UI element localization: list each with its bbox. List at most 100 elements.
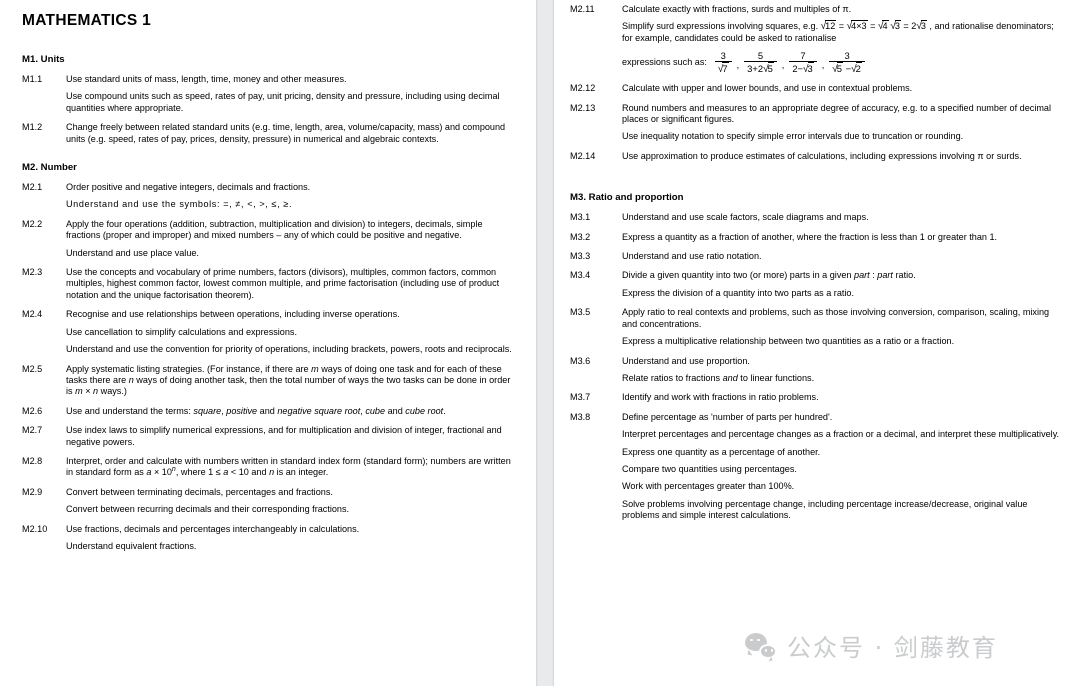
item-paragraph: Understand and use ratio notation. bbox=[622, 251, 762, 262]
item-paragraph: Convert between recurring decimals and t… bbox=[66, 504, 350, 515]
item-paragraph-m28: Interpret, order and calculate with numb… bbox=[66, 455, 511, 478]
item-paragraph: Recognise and use relationships between … bbox=[66, 309, 400, 320]
spec-item: M3.5 Apply ratio to real contexts and pr… bbox=[556, 307, 1066, 347]
watermark: 公众号 · 剑藤教育 bbox=[745, 628, 998, 663]
spec-item: M3.6 Understand and use proportion. Rela… bbox=[556, 356, 1066, 385]
item-code: M2.7 bbox=[22, 425, 43, 436]
spec-item: M2.6 Use and understand the terms: squar… bbox=[14, 406, 514, 417]
item-paragraph: Use cancellation to simplify calculation… bbox=[66, 326, 297, 337]
fraction: 3 √5 −√2 bbox=[829, 50, 865, 75]
item-body: Recognise and use relationships between … bbox=[66, 309, 514, 355]
item-paragraph: Solve problems involving percentage chan… bbox=[622, 498, 1028, 521]
item-paragraph: Compare two quantities using percentages… bbox=[622, 463, 797, 474]
item-body: Apply the four operations (addition, sub… bbox=[66, 219, 514, 259]
item-paragraph: Use approximation to produce estimates o… bbox=[622, 150, 1022, 161]
spec-item: M2.7 Use index laws to simplify numerica… bbox=[14, 425, 514, 448]
wechat-icon bbox=[745, 632, 777, 659]
item-paragraph: Understand and use the convention for pr… bbox=[66, 344, 512, 355]
spec-item: M2.13 Round numbers and measures to an a… bbox=[556, 103, 1066, 143]
item-paragraph: Understand and use scale factors, scale … bbox=[622, 212, 869, 223]
page-left: MATHEMATICS 1 M1. Units M1.1 Use standar… bbox=[0, 0, 536, 686]
item-body: Define percentage as 'number of parts pe… bbox=[622, 412, 1066, 522]
item-paragraph: Apply ratio to real contexts and problem… bbox=[622, 307, 1050, 329]
item-body: Use index laws to simplify numerical exp… bbox=[66, 425, 514, 448]
fraction: 5 3+2√5 bbox=[744, 50, 777, 75]
item-code: M1.2 bbox=[22, 122, 43, 133]
item-body: Calculate with upper and lower bounds, a… bbox=[622, 83, 1066, 94]
item-paragraph: Express the division of a quantity into … bbox=[622, 287, 855, 298]
page-gutter-divider bbox=[536, 0, 554, 686]
spec-item: M2.1 Order positive and negative integer… bbox=[14, 182, 514, 211]
spec-item: M2.10 Use fractions, decimals and percen… bbox=[14, 524, 514, 553]
item-paragraph: Apply the four operations (addition, sub… bbox=[66, 218, 483, 241]
spec-item: M3.8 Define percentage as 'number of par… bbox=[556, 412, 1066, 522]
item-paragraph-m25: Apply systematic listing strategies. (Fo… bbox=[66, 363, 511, 397]
item-code: M2.6 bbox=[22, 405, 43, 416]
spec-item: M3.4 Divide a given quantity into two (o… bbox=[556, 270, 1066, 299]
item-paragraph-m26: Use and understand the terms: square, po… bbox=[66, 405, 446, 416]
spec-item: M2.9 Convert between terminating decimal… bbox=[14, 487, 514, 516]
item-paragraph-symbols: Understand and use the symbols: =, ≠, <,… bbox=[66, 199, 293, 210]
item-paragraph: Understand equivalent fractions. bbox=[66, 540, 197, 551]
item-paragraph: Round numbers and measures to an appropr… bbox=[622, 102, 1051, 125]
item-code: M3.3 bbox=[570, 251, 591, 262]
spec-item: M2.2 Apply the four operations (addition… bbox=[14, 219, 514, 259]
item-paragraph: Use index laws to simplify numerical exp… bbox=[66, 425, 502, 447]
item-paragraph: Work with percentages greater than 100%. bbox=[622, 481, 795, 492]
item-code: M2.2 bbox=[22, 218, 43, 229]
item-paragraph: Interpret percentages and percentage cha… bbox=[622, 429, 1060, 440]
spec-item: M3.7 Identify and work with fractions in… bbox=[556, 392, 1066, 403]
spec-item: M2.3 Use the concepts and vocabulary of … bbox=[14, 267, 514, 301]
item-body: Divide a given quantity into two (or mor… bbox=[622, 270, 1066, 299]
item-code: M3.7 bbox=[570, 392, 591, 403]
item-body: Use fractions, decimals and percentages … bbox=[66, 524, 514, 553]
item-body: Apply ratio to real contexts and problem… bbox=[622, 307, 1066, 347]
item-paragraph: Express a quantity as a fraction of anot… bbox=[622, 231, 998, 242]
item-paragraph: Use fractions, decimals and percentages … bbox=[66, 523, 360, 534]
item-code: M2.11 bbox=[570, 4, 595, 14]
item-paragraph: Use compound units such as speed, rates … bbox=[66, 91, 500, 113]
spec-item: M2.12 Calculate with upper and lower bou… bbox=[556, 83, 1066, 94]
item-paragraph: Identify and work with fractions in rati… bbox=[622, 392, 819, 403]
item-paragraph: Change freely between related standard u… bbox=[66, 122, 506, 144]
section-m1-units: M1. Units M1.1 Use standard units of mas… bbox=[14, 54, 514, 145]
item-paragraph: Use the concepts and vocabulary of prime… bbox=[66, 267, 500, 300]
spec-item: M3.3 Understand and use ratio notation. bbox=[556, 251, 1066, 262]
spec-item: M3.1 Understand and use scale factors, s… bbox=[556, 212, 1066, 223]
item-body: Identify and work with fractions in rati… bbox=[622, 392, 1066, 403]
item-code: M2.8 bbox=[22, 455, 43, 466]
page-right: M2.11 Calculate exactly with fractions, … bbox=[554, 0, 1080, 686]
item-code: M2.9 bbox=[22, 486, 43, 497]
item-code: M2.13 bbox=[570, 102, 596, 113]
item-body: Convert between terminating decimals, pe… bbox=[66, 487, 514, 516]
item-paragraph: Use inequality notation to specify simpl… bbox=[622, 131, 964, 142]
item-paragraph: Express a multiplicative relationship be… bbox=[622, 336, 955, 347]
item-body: Order positive and negative integers, de… bbox=[66, 182, 514, 211]
item-body: Round numbers and measures to an appropr… bbox=[622, 103, 1066, 143]
item-body: Interpret, order and calculate with numb… bbox=[66, 456, 514, 479]
section-heading: M2. Number bbox=[22, 162, 77, 174]
section-m2-number: M2. Number M2.1 Order positive and negat… bbox=[14, 162, 514, 552]
item-body: Understand and use proportion. Relate ra… bbox=[622, 356, 1066, 385]
item-paragraph-m36b: Relate ratios to fractions and to linear… bbox=[622, 372, 815, 383]
item-code: M2.14 bbox=[570, 150, 596, 161]
item-paragraph: Convert between terminating decimals, pe… bbox=[66, 486, 333, 497]
item-body: Use and understand the terms: square, po… bbox=[66, 406, 514, 417]
item-paragraph: Understand and use place value. bbox=[66, 247, 199, 258]
spec-item: M2.8 Interpret, order and calculate with… bbox=[14, 456, 514, 479]
item-code: M2.3 bbox=[22, 267, 43, 278]
section-m2-number-continued: M2.11 Calculate exactly with fractions, … bbox=[556, 4, 1066, 162]
spec-item: M2.4 Recognise and use relationships bet… bbox=[14, 309, 514, 355]
item-body: Understand and use ratio notation. bbox=[622, 251, 1066, 262]
item-paragraph: Understand and use proportion. bbox=[622, 355, 750, 366]
item-code: M2.4 bbox=[22, 309, 43, 320]
item-paragraph-m34: Divide a given quantity into two (or mor… bbox=[622, 270, 916, 281]
item-code: M1.1 bbox=[22, 74, 43, 84]
item-paragraph: Calculate with upper and lower bounds, a… bbox=[622, 83, 913, 94]
section-heading: M1. Units bbox=[22, 54, 65, 65]
item-code: M2.10 bbox=[22, 523, 48, 534]
item-code: M2.12 bbox=[570, 83, 596, 94]
item-code: M3.8 bbox=[570, 411, 591, 422]
item-code: M3.6 bbox=[570, 355, 591, 366]
item-code: M2.5 bbox=[22, 363, 43, 374]
